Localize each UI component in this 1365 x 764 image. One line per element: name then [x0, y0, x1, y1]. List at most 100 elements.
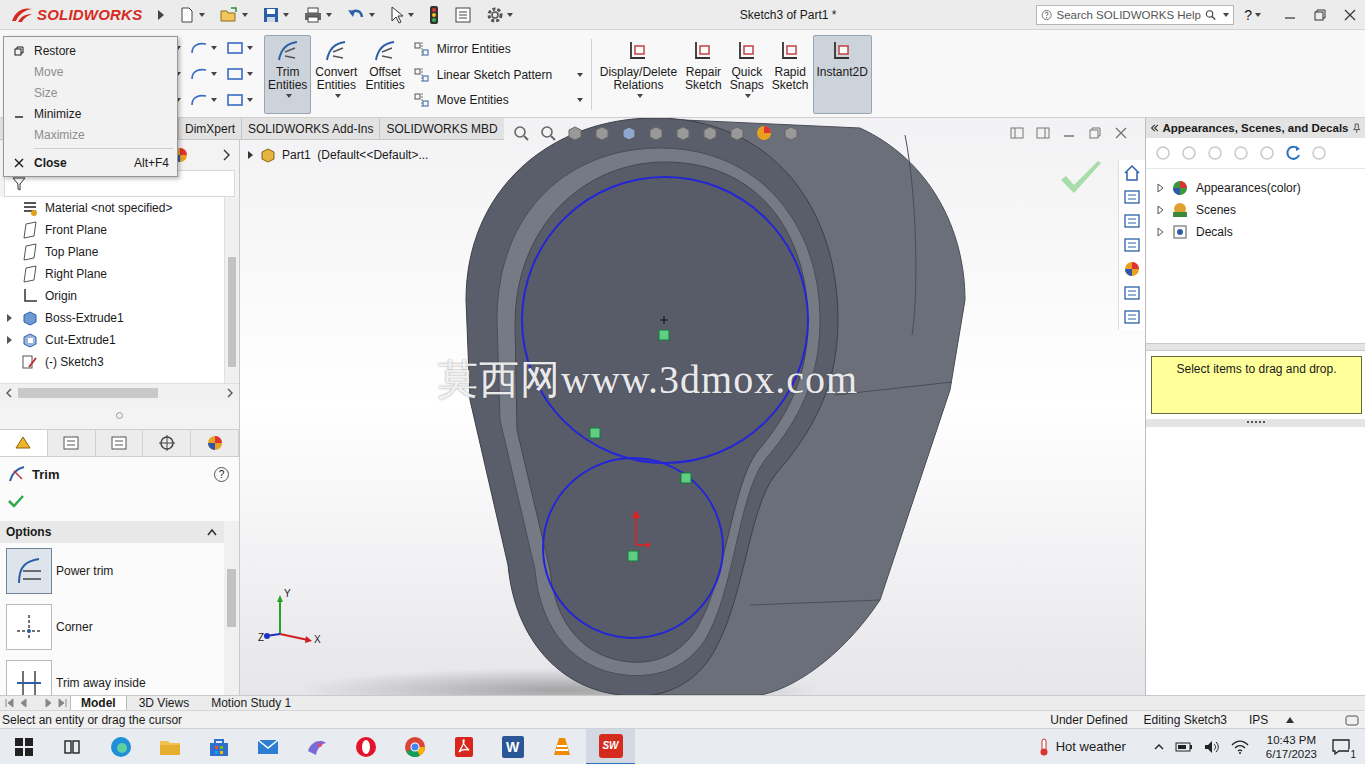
expand-arrow-icon[interactable] — [5, 313, 13, 323]
command-tab[interactable]: SOLIDWORKS Add-Ins — [241, 118, 379, 139]
sketch-tool-button[interactable] — [190, 66, 226, 82]
expand-arrow-icon[interactable] — [5, 335, 13, 345]
taskbar-app[interactable] — [292, 729, 341, 764]
ok-check-icon[interactable] — [8, 494, 24, 508]
system-menu-item[interactable]: Restore — [4, 40, 177, 61]
sketch-tool-button[interactable] — [226, 66, 262, 82]
ribbon-button[interactable]: Display/Delete Relations — [596, 35, 681, 114]
tree-item[interactable]: Right Plane — [0, 263, 224, 285]
doc-minimize-icon[interactable] — [1062, 126, 1076, 140]
appearance-tree-item[interactable]: Appearances(color) — [1146, 177, 1365, 199]
tree-item[interactable]: Top Plane — [0, 241, 224, 263]
notification-center[interactable]: 1 — [1331, 738, 1351, 756]
view-tool-icon[interactable] — [620, 124, 638, 142]
clock[interactable]: 10:43 PM 6/17/2023 — [1266, 733, 1317, 761]
ribbon-stack-button[interactable]: Linear Sketch Pattern — [413, 63, 583, 87]
collapse-pane-icon[interactable] — [1150, 123, 1159, 133]
task-pane-tool-icon[interactable] — [1180, 144, 1198, 162]
start-button[interactable] — [0, 738, 48, 756]
task-pane-tab-icon[interactable] — [1123, 284, 1141, 302]
task-pane-tab-icon[interactable] — [1123, 188, 1141, 206]
system-menu-item[interactable]: Close Alt+F4 — [4, 152, 177, 173]
taskbar-app[interactable] — [341, 729, 390, 764]
new-button[interactable] — [178, 6, 205, 24]
ribbon-stack-button[interactable]: Move Entities — [413, 88, 583, 112]
system-menu-item[interactable]: Size — [4, 82, 177, 103]
help-menu-button[interactable]: ? — [1244, 7, 1261, 23]
task-pane-tool-icon[interactable] — [1206, 144, 1224, 162]
ribbon-button[interactable]: Instant2D — [813, 35, 872, 114]
options-section-header[interactable]: Options — [0, 521, 224, 543]
view-tool-icon[interactable] — [755, 124, 773, 142]
tab-scroll-icon[interactable] — [4, 697, 68, 709]
panel-splitter[interactable] — [0, 401, 239, 430]
taskbar-app[interactable] — [194, 729, 243, 764]
scroll-right-icon[interactable] — [225, 388, 235, 398]
ribbon-button[interactable]: Offset Entities — [361, 35, 408, 114]
taskbar-app[interactable] — [145, 729, 194, 764]
ribbon-button[interactable]: Quick Snaps — [726, 35, 768, 114]
taskbar-app[interactable] — [537, 729, 586, 764]
horizontal-scrollbar[interactable] — [0, 383, 239, 401]
tile-left-icon[interactable] — [1010, 126, 1024, 140]
show-hidden-icons-icon[interactable] — [1153, 742, 1165, 752]
ribbon-button[interactable]: Rapid Sketch — [768, 35, 813, 114]
taskbar-app[interactable] — [390, 729, 439, 764]
bottom-tab[interactable]: Model — [70, 696, 127, 710]
collapse-icon[interactable] — [206, 527, 218, 537]
tree-item[interactable]: Cut-Extrude1 — [0, 329, 224, 351]
tile-right-icon[interactable] — [1036, 126, 1050, 140]
solidworks-logo[interactable]: SOLIDWORKS — [0, 6, 150, 24]
select-button[interactable] — [389, 6, 414, 24]
taskbar-app[interactable] — [439, 729, 488, 764]
taskbar-app[interactable] — [243, 729, 292, 764]
sketch-tool-button[interactable] — [190, 92, 226, 108]
chevron-right-icon[interactable] — [221, 148, 231, 162]
breadcrumb[interactable]: Part1 (Default<<Default>... — [246, 146, 428, 164]
view-tool-icon[interactable] — [539, 124, 557, 142]
status-settings-icon[interactable] — [1345, 713, 1359, 727]
expand-arrow-icon[interactable] — [1156, 205, 1164, 215]
view-tool-icon[interactable] — [728, 124, 746, 142]
manager-tab[interactable] — [191, 430, 239, 456]
print-button[interactable] — [303, 6, 332, 24]
options-button[interactable] — [486, 6, 513, 24]
help-button[interactable]: ? — [214, 467, 229, 482]
task-pane-tab-icon[interactable] — [1123, 260, 1141, 278]
confirm-check-icon[interactable] — [1058, 158, 1104, 198]
task-pane-tool-icon[interactable] — [1258, 144, 1276, 162]
expand-menu-icon[interactable] — [156, 9, 166, 21]
save-button[interactable] — [262, 6, 289, 24]
tree-item[interactable]: Origin — [0, 285, 224, 307]
appearance-tree-item[interactable]: Scenes — [1146, 199, 1365, 221]
help-search-field[interactable]: Search SOLIDWORKS Help — [1036, 5, 1234, 25]
task-pane-tab-icon[interactable] — [1123, 308, 1141, 326]
trim-option[interactable]: Trim away inside — [0, 655, 224, 695]
task-pane-tool-icon[interactable] — [1232, 144, 1250, 162]
ribbon-button[interactable]: Convert Entities — [311, 35, 361, 114]
task-pane-tab-icon[interactable] — [1123, 164, 1141, 182]
sketch-tool-button[interactable] — [226, 40, 262, 56]
manager-tab[interactable] — [0, 430, 48, 456]
tree-item[interactable]: Material <not specified> — [0, 197, 224, 219]
system-menu-item[interactable]: Move — [4, 61, 177, 82]
sketch-tool-button[interactable] — [190, 40, 226, 56]
manager-tab[interactable] — [48, 430, 96, 456]
open-button[interactable] — [219, 6, 248, 24]
speaker-icon[interactable] — [1203, 739, 1221, 755]
taskbar-app[interactable]: W — [488, 729, 537, 764]
doc-close-icon[interactable] — [1114, 126, 1128, 140]
system-menu-item[interactable]: Maximize — [4, 124, 177, 145]
appearance-tree-item[interactable]: Decals — [1146, 221, 1365, 243]
weather-widget[interactable]: Hot weather — [1056, 739, 1126, 754]
scroll-left-icon[interactable] — [4, 388, 14, 398]
ribbon-stack-button[interactable]: Mirror Entities — [413, 37, 583, 61]
ribbon-button[interactable]: Repair Sketch — [681, 35, 726, 114]
system-menu-item[interactable]: Minimize — [4, 103, 177, 124]
view-tool-icon[interactable] — [701, 124, 719, 142]
undo-button[interactable] — [346, 6, 375, 24]
view-tool-icon[interactable] — [674, 124, 692, 142]
manager-tab[interactable] — [143, 430, 191, 456]
view-tool-icon[interactable] — [566, 124, 584, 142]
taskbar-app[interactable] — [96, 729, 145, 764]
